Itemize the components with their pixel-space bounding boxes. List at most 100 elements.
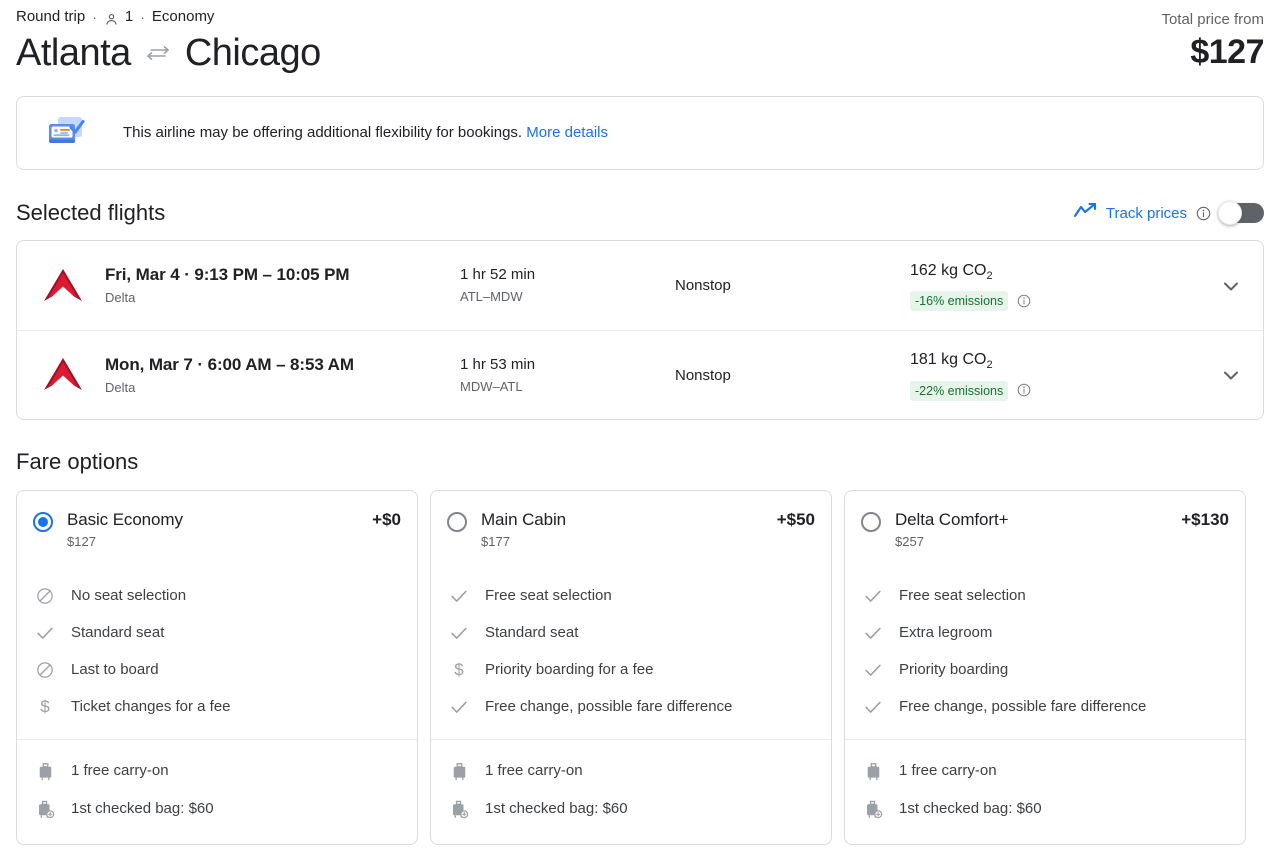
flight-emissions-block: 162 kg CO2 -16% emissions <box>910 260 1203 312</box>
baggage-row: 1 free carry-on <box>33 752 401 790</box>
flight-emissions-value: 162 kg CO2 <box>910 260 1203 287</box>
fare-feature-label: Priority boarding <box>899 660 1009 678</box>
flight-route: ATL–MDW <box>460 289 523 304</box>
fare-name: Basic Economy <box>67 510 183 529</box>
dollar-icon: $ <box>447 658 471 682</box>
cabin-class-label: Economy <box>151 8 215 25</box>
fare-feature: No seat selection <box>33 577 401 614</box>
track-prices-label[interactable]: Track prices <box>1106 205 1187 222</box>
emissions-subscript: 2 <box>986 270 993 283</box>
fare-feature: $ Ticket changes for a fee <box>33 688 401 725</box>
emissions-number: 162 kg CO <box>910 261 987 279</box>
baggage-label: 1 free carry-on <box>899 762 997 779</box>
flight-row[interactable]: Mon, Mar 7 · 6:00 AM – 8:53 AM Delta 1 h… <box>17 330 1263 419</box>
header-right: Total price from $127 <box>1161 6 1264 73</box>
fare-option-card[interactable]: Delta Comfort+ $257 +$130 Free seat selecti… <box>844 490 1246 845</box>
baggage-row: 1 free carry-on <box>861 752 1229 790</box>
fare-feature: Free change, possible fare difference <box>861 688 1229 725</box>
track-prices-control[interactable]: Track prices <box>1073 201 1264 225</box>
baggage-label: 1st checked bag: $60 <box>485 800 628 817</box>
total-price-value: $127 <box>1190 33 1264 71</box>
check-icon <box>447 621 471 645</box>
fare-feature-label: No seat selection <box>71 586 187 604</box>
baggage-label: 1 free carry-on <box>71 762 169 779</box>
fare-options-title: Fare options <box>16 449 139 474</box>
fare-feature: Last to board <box>33 651 401 688</box>
flight-airline: Delta <box>105 290 136 305</box>
info-icon[interactable] <box>1017 383 1032 398</box>
fare-feature-list: No seat selection Standard seat Last to bo… <box>17 565 417 739</box>
more-details-link[interactable]: More details <box>526 124 608 141</box>
baggage-row: 1st checked bag: $60 <box>33 790 401 828</box>
flight-emissions-block: 181 kg CO2 -22% emissions <box>910 349 1203 401</box>
fare-feature-label: Free change, possible fare difference <box>899 697 1147 715</box>
baggage-section: 1 free carry-on 1st checked bag: $60 <box>17 739 417 844</box>
passenger-count: 1 <box>124 8 134 25</box>
fare-price-delta: +$130 <box>1181 510 1229 529</box>
track-prices-toggle[interactable] <box>1218 201 1264 225</box>
check-icon <box>447 695 471 719</box>
fare-base-price: $257 <box>895 534 924 549</box>
fare-feature: Free seat selection <box>861 577 1229 614</box>
fare-feature: Priority boarding <box>861 651 1229 688</box>
trending-up-icon <box>1073 202 1097 225</box>
fare-feature-label: Last to board <box>71 660 159 678</box>
fare-radio-button[interactable] <box>447 512 467 532</box>
baggage-row: 1st checked bag: $60 <box>447 790 815 828</box>
destination-city: Chicago <box>184 32 321 74</box>
fare-option-card[interactable]: Basic Economy $127 +$0 No seat selection Sta… <box>16 490 418 845</box>
flexibility-text: This airline may be offering additional … <box>123 124 523 141</box>
fare-base-price: $177 <box>481 534 510 549</box>
fare-card-header: Main Cabin $177 +$50 <box>431 491 831 565</box>
carry-on-bag-icon <box>33 759 57 783</box>
flight-datetime: Fri, Mar 4 · 9:13 PM – 10:05 PM <box>105 265 350 284</box>
trip-type-label: Round trip <box>16 8 86 25</box>
fare-option-card[interactable]: Main Cabin $177 +$50 Free seat selection Sta… <box>430 490 832 845</box>
carry-on-bag-icon <box>447 759 471 783</box>
delta-logo-icon <box>41 266 105 306</box>
block-icon <box>33 584 57 608</box>
trip-summary: Round trip · 1 · Economy <box>16 6 321 28</box>
flight-duration-block: 1 hr 52 min ATL–MDW <box>460 265 675 306</box>
dollar-icon: $ <box>33 695 57 719</box>
fare-feature-label: Standard seat <box>485 623 579 641</box>
chevron-down-icon[interactable] <box>1203 274 1243 298</box>
flexibility-message: This airline may be offering additional … <box>123 123 608 143</box>
check-icon <box>861 695 885 719</box>
flexible-booking-icon <box>45 114 85 153</box>
block-icon <box>33 658 57 682</box>
chevron-down-icon[interactable] <box>1203 363 1243 387</box>
fare-base-price: $127 <box>67 534 96 549</box>
fare-feature-list: Free seat selection Standard seat $ Priorit… <box>431 565 831 739</box>
fare-feature: Extra legroom <box>861 614 1229 651</box>
fare-feature: Free change, possible fare difference <box>447 688 815 725</box>
baggage-row: 1 free carry-on <box>447 752 815 790</box>
fare-price-delta: +$50 <box>776 510 815 529</box>
info-icon[interactable] <box>1196 206 1211 221</box>
flight-row[interactable]: Fri, Mar 4 · 9:13 PM – 10:05 PM Delta 1 … <box>17 241 1263 330</box>
check-icon <box>861 658 885 682</box>
fare-card-header: Basic Economy $127 +$0 <box>17 491 417 565</box>
fare-radio-button[interactable] <box>861 512 881 532</box>
checked-bag-icon <box>33 797 57 821</box>
fare-feature-label: Free change, possible fare difference <box>485 697 733 715</box>
fare-price-delta: +$0 <box>372 510 401 529</box>
baggage-label: 1st checked bag: $60 <box>71 800 214 817</box>
flight-duration-block: 1 hr 53 min MDW–ATL <box>460 355 675 396</box>
person-icon <box>104 12 119 27</box>
separator-dot-2: · <box>140 9 145 25</box>
baggage-label: 1st checked bag: $60 <box>899 800 1042 817</box>
fare-feature: $ Priority boarding for a fee <box>447 651 815 688</box>
flexibility-banner: This airline may be offering additional … <box>16 96 1264 170</box>
page-header: Round trip · 1 · Economy Atlanta Chicago… <box>16 0 1264 76</box>
check-icon <box>861 621 885 645</box>
fare-feature-label: Free seat selection <box>899 586 1026 604</box>
emissions-badge-row: -22% emissions <box>910 380 1203 401</box>
delta-logo-icon <box>41 355 105 395</box>
emissions-subscript: 2 <box>986 359 993 372</box>
check-icon <box>861 584 885 608</box>
info-icon[interactable] <box>1017 294 1032 309</box>
fare-radio-button[interactable] <box>33 512 53 532</box>
fare-feature-label: Standard seat <box>71 623 165 641</box>
baggage-section: 1 free carry-on 1st checked bag: $60 <box>431 739 831 844</box>
